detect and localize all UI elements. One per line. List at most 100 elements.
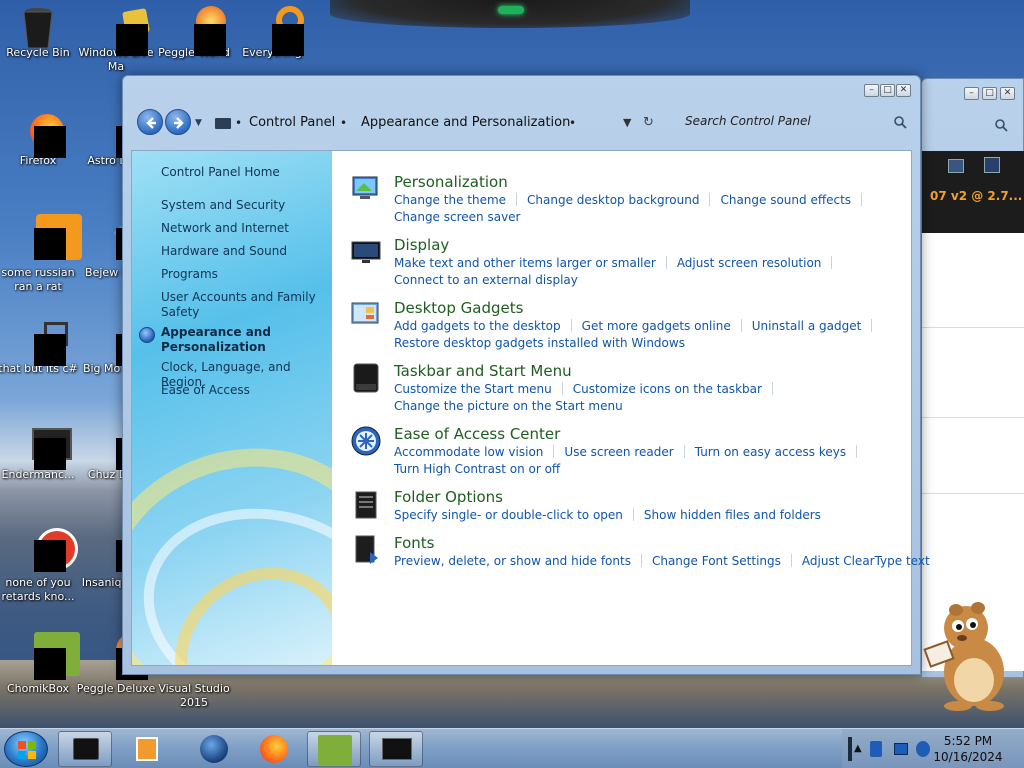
desktop-icon-peggle-world[interactable]: Peggle World: [152, 6, 236, 60]
taskbar-item-media-player[interactable]: [120, 731, 174, 767]
sidebar-item-control-panel-home[interactable]: Control Panel Home: [161, 165, 326, 180]
desktop-icon-label: Endermanc...: [1, 468, 75, 481]
desktop-icon-none-of-you[interactable]: none of you retards kno...: [0, 528, 80, 604]
background-maximize-button[interactable]: □: [982, 87, 997, 100]
back-button[interactable]: [137, 109, 163, 135]
breadcrumb-separator-icon[interactable]: •: [569, 116, 576, 130]
breadcrumb-separator-icon[interactable]: •: [235, 116, 242, 130]
sidebar-item-network-internet[interactable]: Network and Internet: [161, 221, 326, 236]
taskbar-item-chomikbox[interactable]: [307, 731, 361, 767]
search-input[interactable]: Search Control Panel: [685, 114, 811, 128]
link-customize-start-menu[interactable]: Customize the Start menu: [394, 382, 552, 396]
breadcrumb-appearance[interactable]: Appearance and Personalization: [361, 115, 570, 130]
sidebar-item-appearance[interactable]: Appearance and Personalization: [161, 325, 326, 355]
link-change-screen-saver[interactable]: Change screen saver: [394, 210, 521, 224]
control-panel-icon[interactable]: [215, 118, 231, 129]
background-minimize-button[interactable]: –: [964, 87, 979, 100]
desktop-icon-chomikbox[interactable]: ChomikBox: [0, 632, 80, 696]
taskbar-item-control-panel[interactable]: [58, 731, 112, 767]
link-get-more-gadgets[interactable]: Get more gadgets online: [582, 319, 731, 333]
sidebar-item-ease-of-access[interactable]: Ease of Access: [161, 383, 326, 398]
windows-live-mail-icon: [98, 6, 150, 56]
link-change-desktop-background[interactable]: Change desktop background: [527, 193, 699, 207]
link-preview-fonts[interactable]: Preview, delete, or show and hide fonts: [394, 554, 631, 568]
search-box[interactable]: Search Control Panel: [677, 109, 913, 135]
gadgets-icon: [350, 299, 382, 331]
flag-icon[interactable]: [870, 741, 882, 757]
sidebar-item-user-accounts[interactable]: User Accounts and Family Safety: [161, 290, 326, 320]
desktop-icon-some-russian[interactable]: some russian ran a rat: [0, 214, 82, 294]
link-single-double-click[interactable]: Specify single- or double-click to open: [394, 508, 623, 522]
category-title[interactable]: Display: [394, 236, 449, 254]
background-close-button[interactable]: ✕: [1000, 87, 1015, 100]
desktop-icon-everything[interactable]: Everything: [230, 6, 314, 60]
desktop-icon-firefox[interactable]: Firefox: [0, 114, 80, 168]
link-restore-gadgets[interactable]: Restore desktop gadgets installed with W…: [394, 336, 685, 350]
link-uninstall-gadget[interactable]: Uninstall a gadget: [752, 319, 862, 333]
search-icon[interactable]: [893, 114, 907, 133]
category-title[interactable]: Ease of Access Center: [394, 425, 560, 443]
link-customize-taskbar-icons[interactable]: Customize icons on the taskbar: [573, 382, 762, 396]
category-links: Accommodate low vision Use screen reader T…: [394, 445, 867, 459]
taskbar-item-browser[interactable]: [186, 731, 240, 767]
desktop-icon-that-but-its-csharp[interactable]: that but its c#: [0, 322, 80, 376]
link-adjust-cleartype[interactable]: Adjust ClearType text: [802, 554, 930, 568]
recent-pages-dropdown-icon[interactable]: ▼: [195, 118, 202, 128]
window-taskbar-icon: [382, 738, 412, 760]
sidebar-item-programs[interactable]: Programs: [161, 267, 326, 282]
clock[interactable]: 5:52 PM 10/16/2024: [918, 733, 1018, 765]
breadcrumb-separator-icon[interactable]: •: [340, 116, 347, 130]
close-button[interactable]: ✕: [896, 84, 911, 97]
taskbar-item-firefox[interactable]: [246, 731, 300, 767]
control-panel-window[interactable]: – □ ✕ ▼ • Control Panel • Appearance and…: [122, 75, 930, 675]
link-use-screen-reader[interactable]: Use screen reader: [564, 445, 673, 459]
link-add-gadgets[interactable]: Add gadgets to the desktop: [394, 319, 561, 333]
desktop-icon-endermanch[interactable]: Endermanc...: [0, 428, 80, 482]
sidebar-item-hardware-sound[interactable]: Hardware and Sound: [161, 244, 326, 259]
category-links: Change the picture on the Start menu: [394, 399, 623, 413]
cpu-icon: [984, 157, 1000, 173]
link-turn-on-easy-access-keys[interactable]: Turn on easy access keys: [695, 445, 846, 459]
monitor-icon: [948, 159, 964, 173]
show-hidden-icons-icon[interactable]: ▲: [854, 743, 862, 754]
desktop-icon-windows-live-mail[interactable]: Windows Live Ma: [74, 6, 158, 74]
folder-options-icon: [350, 488, 382, 520]
category-title[interactable]: Fonts: [394, 534, 434, 552]
refresh-icon[interactable]: ↻: [643, 115, 654, 130]
background-window[interactable]: – □ ✕ 07 v2 @ 2.7...: [921, 78, 1024, 678]
forward-button[interactable]: [165, 109, 191, 135]
address-dropdown-icon[interactable]: ▼: [623, 116, 631, 129]
desktop-icon-label: Visual Studio 2015: [158, 682, 230, 709]
link-change-start-picture[interactable]: Change the picture on the Start menu: [394, 399, 623, 413]
decoration-lights: [498, 6, 524, 14]
endermanch-icon: [20, 428, 72, 470]
link-show-hidden-files[interactable]: Show hidden files and folders: [644, 508, 821, 522]
category-title[interactable]: Desktop Gadgets: [394, 299, 523, 317]
category-title[interactable]: Taskbar and Start Menu: [394, 362, 572, 380]
address-bar: ▼ • Control Panel • Appearance and Perso…: [133, 106, 913, 140]
recycle-bin-icon: [20, 6, 56, 49]
minimize-button[interactable]: –: [864, 84, 879, 97]
link-high-contrast[interactable]: Turn High Contrast on or off: [394, 462, 560, 476]
taskbar-item-window[interactable]: [369, 731, 423, 767]
maximize-button[interactable]: □: [880, 84, 895, 97]
category-title[interactable]: Personalization: [394, 173, 508, 191]
category-title[interactable]: Folder Options: [394, 488, 503, 506]
link-separator: [561, 382, 563, 395]
link-adjust-screen-resolution[interactable]: Adjust screen resolution: [677, 256, 822, 270]
start-button[interactable]: [4, 731, 48, 767]
desktop-icon-recycle-bin[interactable]: Recycle Bin: [0, 6, 80, 60]
link-accommodate-low-vision[interactable]: Accommodate low vision: [394, 445, 543, 459]
network-icon[interactable]: [894, 743, 908, 755]
sidebar-item-system-security[interactable]: System and Security: [161, 198, 326, 213]
background-search-icon[interactable]: [994, 117, 1008, 136]
some-russian-icon: [20, 214, 82, 262]
link-change-font-settings[interactable]: Change Font Settings: [652, 554, 781, 568]
breadcrumb-control-panel[interactable]: Control Panel: [249, 115, 335, 130]
link-connect-external-display[interactable]: Connect to an external display: [394, 273, 578, 287]
link-change-sound-effects[interactable]: Change sound effects: [720, 193, 851, 207]
hamster-mascot-icon: [918, 600, 1018, 712]
display-icon: [350, 236, 382, 268]
link-change-theme[interactable]: Change the theme: [394, 193, 506, 207]
link-make-text-larger[interactable]: Make text and other items larger or smal…: [394, 256, 656, 270]
